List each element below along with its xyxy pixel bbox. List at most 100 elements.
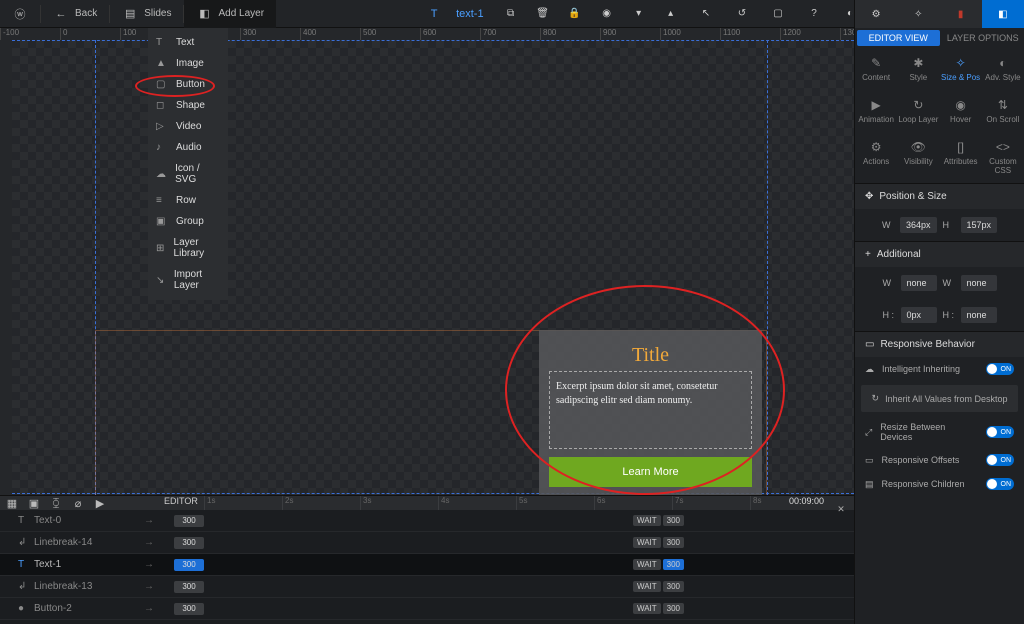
maxh-input[interactable]: none bbox=[961, 307, 997, 323]
option-on-scroll[interactable]: ⇅On Scroll bbox=[982, 94, 1024, 128]
menu-item-image[interactable]: ▲Image bbox=[148, 53, 228, 74]
wait-value[interactable]: 300 bbox=[663, 537, 684, 548]
wait-value[interactable]: 300 bbox=[663, 581, 684, 592]
settings-panel-tab[interactable]: ⚙ bbox=[855, 0, 897, 28]
timeline-row[interactable]: TText-1→300WAIT300 bbox=[0, 554, 854, 576]
timeline-row[interactable]: ↲Linebreak-13→300WAIT300 bbox=[0, 576, 854, 598]
slide-panel-tab[interactable]: ▮ bbox=[940, 0, 982, 28]
responsive-children-row: ▤ Responsive Children ON bbox=[855, 472, 1024, 496]
menu-item-shape[interactable]: ◻Shape bbox=[148, 95, 228, 116]
minh-input[interactable]: 0px bbox=[901, 307, 937, 323]
option-actions[interactable]: ⚙Actions bbox=[855, 136, 897, 179]
content-box[interactable]: Title Excerpt ipsum dolor sit amet, cons… bbox=[539, 330, 762, 515]
toggle-switch[interactable]: ON bbox=[986, 426, 1014, 438]
option-visibility[interactable]: 👁Visibility bbox=[897, 136, 939, 179]
inherit-button[interactable]: ↻ Inherit All Values from Desktop bbox=[861, 385, 1018, 412]
timeline-pill[interactable]: 300 bbox=[174, 559, 204, 571]
nav-panel-tab[interactable]: ✧ bbox=[897, 0, 939, 28]
width-input[interactable]: 364px bbox=[900, 217, 937, 233]
up-button[interactable]: ▴ bbox=[658, 1, 684, 27]
option-content[interactable]: ✎Content bbox=[855, 52, 897, 86]
duplicate-button[interactable]: ⧉ bbox=[498, 1, 524, 27]
timeline-pill[interactable]: 300 bbox=[174, 515, 204, 527]
visibility-button[interactable]: ◉ bbox=[594, 1, 620, 27]
option-style[interactable]: ✱Style bbox=[897, 52, 939, 86]
timeline-pill[interactable]: 300 bbox=[174, 537, 204, 549]
timeline-pill[interactable]: 300 bbox=[174, 603, 204, 615]
lock-button[interactable]: 🔒 bbox=[562, 1, 588, 27]
slide-button[interactable]: Learn More bbox=[549, 457, 752, 487]
magnet-icon[interactable]: ⧲ bbox=[48, 495, 64, 511]
wait-value[interactable]: 300 bbox=[663, 559, 684, 570]
options-grid: ⚙Actions👁Visibility[]Attributes<>Custom … bbox=[855, 132, 1024, 183]
layer-panel-tab[interactable]: ◧ bbox=[982, 0, 1024, 28]
option-attributes[interactable]: []Attributes bbox=[940, 136, 982, 179]
menu-item-group[interactable]: ▣Group bbox=[148, 211, 228, 232]
menu-item-button[interactable]: ▢Button bbox=[148, 74, 228, 95]
option-custom-css[interactable]: <>Custom CSS bbox=[982, 136, 1024, 179]
toggle-switch[interactable]: ON bbox=[986, 478, 1014, 490]
option-adv-style[interactable]: ◐Adv. Style bbox=[982, 52, 1024, 86]
width-label: W bbox=[882, 220, 894, 230]
menu-item-layer-library[interactable]: ⊞Layer Library bbox=[148, 232, 228, 264]
folder-icon[interactable]: ▣ bbox=[26, 495, 42, 511]
menu-icon: ≡ bbox=[156, 195, 168, 206]
timeline-row[interactable]: ↲Linebreak-14→300WAIT300 bbox=[0, 532, 854, 554]
options-grid: ✎Content✱Style✧Size & Pos◐Adv. Style bbox=[855, 48, 1024, 90]
minh-label: H : bbox=[883, 310, 895, 320]
menu-item-text[interactable]: TText bbox=[148, 32, 228, 53]
menu-label: Shape bbox=[176, 100, 205, 111]
editor-view-tab[interactable]: EDITOR VIEW bbox=[857, 30, 940, 46]
grid-icon[interactable]: ▦ bbox=[4, 495, 20, 511]
link-icon[interactable]: ⌀ bbox=[70, 495, 86, 511]
option-size-pos[interactable]: ✧Size & Pos bbox=[940, 52, 982, 86]
delete-button[interactable]: 🗑 bbox=[530, 1, 556, 27]
timeline-close[interactable]: ✕ bbox=[828, 496, 854, 522]
option-loop-layer[interactable]: ↻Loop Layer bbox=[897, 94, 939, 128]
timeline-pill[interactable]: 300 bbox=[174, 581, 204, 593]
minw-input[interactable]: none bbox=[901, 275, 937, 291]
slides-button[interactable]: ▤Slides bbox=[110, 0, 183, 28]
more-button[interactable]: ▾ bbox=[626, 1, 652, 27]
layer-row-name: Text-1 bbox=[34, 559, 61, 570]
wp-logo[interactable]: ⓦ bbox=[0, 0, 40, 28]
wait-value[interactable]: 300 bbox=[663, 515, 684, 526]
menu-icon: ▷ bbox=[156, 121, 168, 132]
option-animation[interactable]: ▶Animation bbox=[855, 94, 897, 128]
move-icon: ✥ bbox=[865, 191, 873, 202]
toggle-switch[interactable]: ON bbox=[986, 363, 1014, 375]
undo-button[interactable]: ↺ bbox=[729, 1, 755, 27]
maxw-input[interactable]: none bbox=[961, 275, 997, 291]
add-layer-button[interactable]: ◧Add Layer bbox=[184, 0, 276, 28]
menu-item-row[interactable]: ≡Row bbox=[148, 190, 228, 211]
timeline-row[interactable]: ●Button-2→300WAIT300 bbox=[0, 598, 854, 620]
menu-label: Button bbox=[176, 79, 205, 90]
menu-item-icon-svg[interactable]: ☁Icon / SVG bbox=[148, 158, 228, 190]
timeline-row[interactable]: TText-0→300WAIT300 bbox=[0, 510, 854, 532]
back-button[interactable]: ←Back bbox=[41, 0, 109, 28]
menu-item-video[interactable]: ▷Video bbox=[148, 116, 228, 137]
ruler-horizontal: -100010020030040050060070080090010001100… bbox=[0, 28, 854, 40]
slide-title[interactable]: Title bbox=[549, 340, 752, 371]
menu-icon: T bbox=[156, 37, 168, 48]
cursor-tool[interactable]: ↖ bbox=[693, 1, 719, 27]
minw-label: W bbox=[883, 278, 895, 288]
option-icon: ✎ bbox=[855, 56, 897, 70]
menu-item-import-layer[interactable]: ↘Import Layer bbox=[148, 264, 228, 296]
option-hover[interactable]: ◉Hover bbox=[940, 94, 982, 128]
menu-item-audio[interactable]: ♪Audio bbox=[148, 137, 228, 158]
help-button[interactable]: ? bbox=[801, 1, 827, 27]
canvas[interactable]: Title Excerpt ipsum dolor sit amet, cons… bbox=[12, 40, 854, 495]
layer-options-tab[interactable]: LAYER OPTIONS bbox=[942, 28, 1024, 48]
preview-button[interactable]: ▢ bbox=[765, 1, 791, 27]
current-layer-name[interactable]: text-1 bbox=[448, 8, 492, 20]
height-input[interactable]: 157px bbox=[961, 217, 998, 233]
option-icon: ⇅ bbox=[982, 98, 1024, 112]
wait-value[interactable]: 300 bbox=[663, 603, 684, 614]
option-icon: ✱ bbox=[897, 56, 939, 70]
toggle-switch[interactable]: ON bbox=[986, 454, 1014, 466]
slide-excerpt[interactable]: Excerpt ipsum dolor sit amet, consetetur… bbox=[549, 371, 752, 449]
maxw-label: W bbox=[943, 278, 955, 288]
section-responsive: ▭Responsive Behavior bbox=[855, 331, 1024, 357]
play-icon[interactable]: ▶ bbox=[92, 495, 108, 511]
